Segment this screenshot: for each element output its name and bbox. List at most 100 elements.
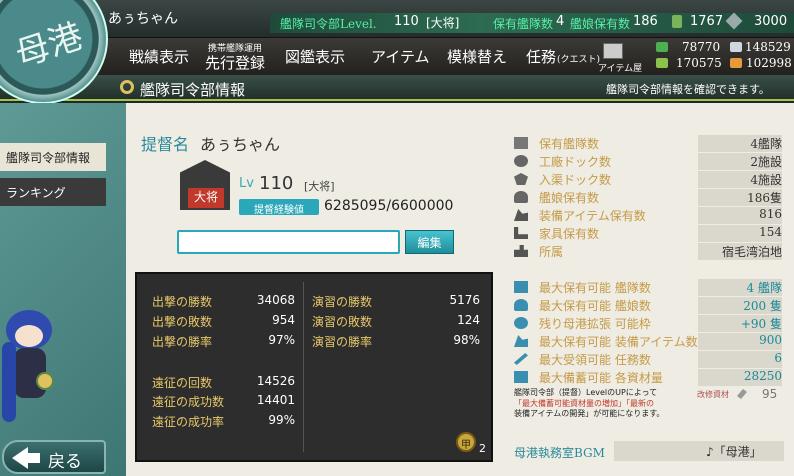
expansion-icon <box>514 317 528 329</box>
level-up-note: 艦隊司令部（提督）LevelのUPによって 「最大備蓄可能資材量の増加」「最新の… <box>514 388 694 420</box>
section-title: 艦隊司令部情報 <box>140 81 246 99</box>
stat-furniture-label: 家具保有数 <box>539 227 600 241</box>
limit-expansion-value: +90 隻 <box>740 317 782 331</box>
sortie-win-label: 出撃の勝数 <box>152 295 213 309</box>
fleets-value: 4 <box>556 14 565 29</box>
ammo-icon <box>656 58 668 68</box>
stat-repair-docks-value: 4施設 <box>750 173 782 187</box>
ships-value: 186 <box>633 14 658 29</box>
shipgirl-icon <box>514 191 528 203</box>
exercise-rate-label: 演習の勝率 <box>312 335 373 349</box>
stat-repair-docks-label: 入渠ドック数 <box>539 173 612 187</box>
factory-gear-icon <box>514 155 528 167</box>
character-item <box>36 372 54 390</box>
steel-value: 148529 <box>745 40 791 54</box>
steel-icon <box>730 42 742 52</box>
character-face <box>15 325 43 347</box>
edit-button[interactable]: 編集 <box>405 230 454 254</box>
stat-furniture-value: 154 <box>759 225 782 239</box>
limit-expansion-label: 残り母港拡張 可能枠 <box>539 317 651 331</box>
note-line-1: 艦隊司令部（提督）LevelのUPによって <box>514 388 658 397</box>
menu-items[interactable]: アイテム <box>371 46 430 67</box>
limit-ships-value: 200 隻 <box>743 299 782 313</box>
admiral-label: 提督名 <box>141 135 190 154</box>
medal-count: 2 <box>479 442 486 455</box>
menu-record[interactable]: 戦績表示 <box>129 46 189 67</box>
level-value: 110 <box>259 173 294 194</box>
exercise-loss-label: 演習の敗数 <box>312 315 373 329</box>
fleet-icon <box>514 137 528 149</box>
limit-quests-value: 6 <box>774 351 782 365</box>
section-hint: 艦隊司令部情報を確認できます。 <box>606 83 770 96</box>
stat-build-docks-label: 工廠ドック数 <box>539 155 612 169</box>
fleets-label: 保有艦隊数 <box>493 17 554 31</box>
admiral-name-value: あぅちゃん <box>200 135 281 154</box>
improvement-material-label: 改修資材 <box>697 390 729 399</box>
sortie-loss-label: 出撃の敗数 <box>152 315 213 329</box>
ammo-value: 170575 <box>676 56 722 70</box>
medal-icon: 甲 <box>456 432 476 452</box>
bgm-label: 母港執務室BGM <box>514 446 605 460</box>
limit-equipment-value: 900 <box>759 333 782 347</box>
back-arrow-tail <box>26 453 40 463</box>
menu-furniture[interactable]: 模様替え <box>447 46 507 67</box>
limit-resources-value: 28250 <box>743 369 782 383</box>
rank-emblem-label: 大将 <box>188 188 224 208</box>
expedition-rate-value: 99% <box>268 413 295 427</box>
nav-item-ranking[interactable]: ランキング <box>0 178 106 206</box>
comment-input[interactable] <box>177 230 400 254</box>
limit-equipment-label: 最大保有可能 装備アイテム数 <box>539 335 698 349</box>
limit-resources-label: 最大備蓄可能 各資材量 <box>539 371 663 385</box>
rank-label: [大将] <box>304 180 335 193</box>
stat-equipment-label: 装備アイテム保有数 <box>539 209 646 223</box>
shop-icon[interactable] <box>603 43 623 59</box>
sortie-win-value: 34068 <box>256 293 295 307</box>
bgm-value: ♪「母港」 <box>706 445 762 459</box>
note-line-3: 装備アイテムの開発」が可能になります。 <box>514 409 665 418</box>
note-line-2: 「最大備蓄可能資材量の増加」「最新の <box>514 398 654 408</box>
hq-level-value: 110 <box>394 14 419 29</box>
improvement-material-value: 95 <box>762 387 778 401</box>
limit-ships-label: 最大保有可能 艦娘数 <box>539 299 651 313</box>
expedition-success-label: 遠征の成功数 <box>152 395 225 409</box>
exercise-rate-value: 98% <box>453 333 480 347</box>
nav-item-hq-info[interactable]: 艦隊司令部情報 <box>0 143 106 171</box>
fuel-icon <box>656 42 668 52</box>
menu-quest[interactable]: 任務 <box>526 46 556 67</box>
stat-ships-label: 艦娘保有数 <box>539 191 600 205</box>
level-label: Lv <box>239 176 254 191</box>
stat-fleets-label: 保有艦隊数 <box>539 137 600 151</box>
stat-ships-value: 186隻 <box>747 191 782 205</box>
expedition-rate-label: 遠征の成功率 <box>152 415 225 429</box>
exp-value: 6285095/6600000 <box>324 198 454 214</box>
expedition-count-label: 遠征の回数 <box>152 376 213 390</box>
menu-preorder[interactable]: 先行登録 <box>205 52 265 73</box>
stat-affiliation-label: 所属 <box>539 245 564 259</box>
rank-value: [大将] <box>426 16 460 30</box>
record-divider <box>303 282 304 452</box>
buckets-value: 1767 <box>690 14 724 29</box>
character-hair <box>2 342 16 422</box>
limit-fleets-label: 最大保有可能 艦隊数 <box>539 281 651 295</box>
stat-affiliation-value: 宿毛湾泊地 <box>721 245 782 259</box>
stat-equipment-value: 816 <box>759 207 782 221</box>
admiral-name: あぅちゃん <box>108 11 178 27</box>
stat-fleets-value: 4艦隊 <box>750 137 782 151</box>
limit-quests-label: 最大受領可能 任務数 <box>539 353 651 367</box>
menu-quest-small: (クエスト) <box>557 55 601 65</box>
gear-icon <box>120 80 134 94</box>
menu-encyclopedia[interactable]: 図鑑表示 <box>285 46 345 67</box>
exercise-win-value: 5176 <box>449 293 480 307</box>
exercise-win-label: 演習の勝数 <box>312 295 373 309</box>
storage-icon <box>514 371 528 383</box>
sortie-rate-label: 出撃の勝率 <box>152 335 213 349</box>
fuel-value: 78770 <box>682 40 721 54</box>
bucket-icon <box>672 15 682 28</box>
stat-build-docks-value: 2施設 <box>750 155 782 169</box>
back-label: 戻る <box>48 452 82 472</box>
limit-fleets-value: 4 艦隊 <box>746 281 782 295</box>
dev-materials-value: 3000 <box>754 14 788 29</box>
max-fleet-icon <box>514 281 528 293</box>
sortie-rate-value: 97% <box>268 333 295 347</box>
bauxite-icon <box>730 58 742 68</box>
